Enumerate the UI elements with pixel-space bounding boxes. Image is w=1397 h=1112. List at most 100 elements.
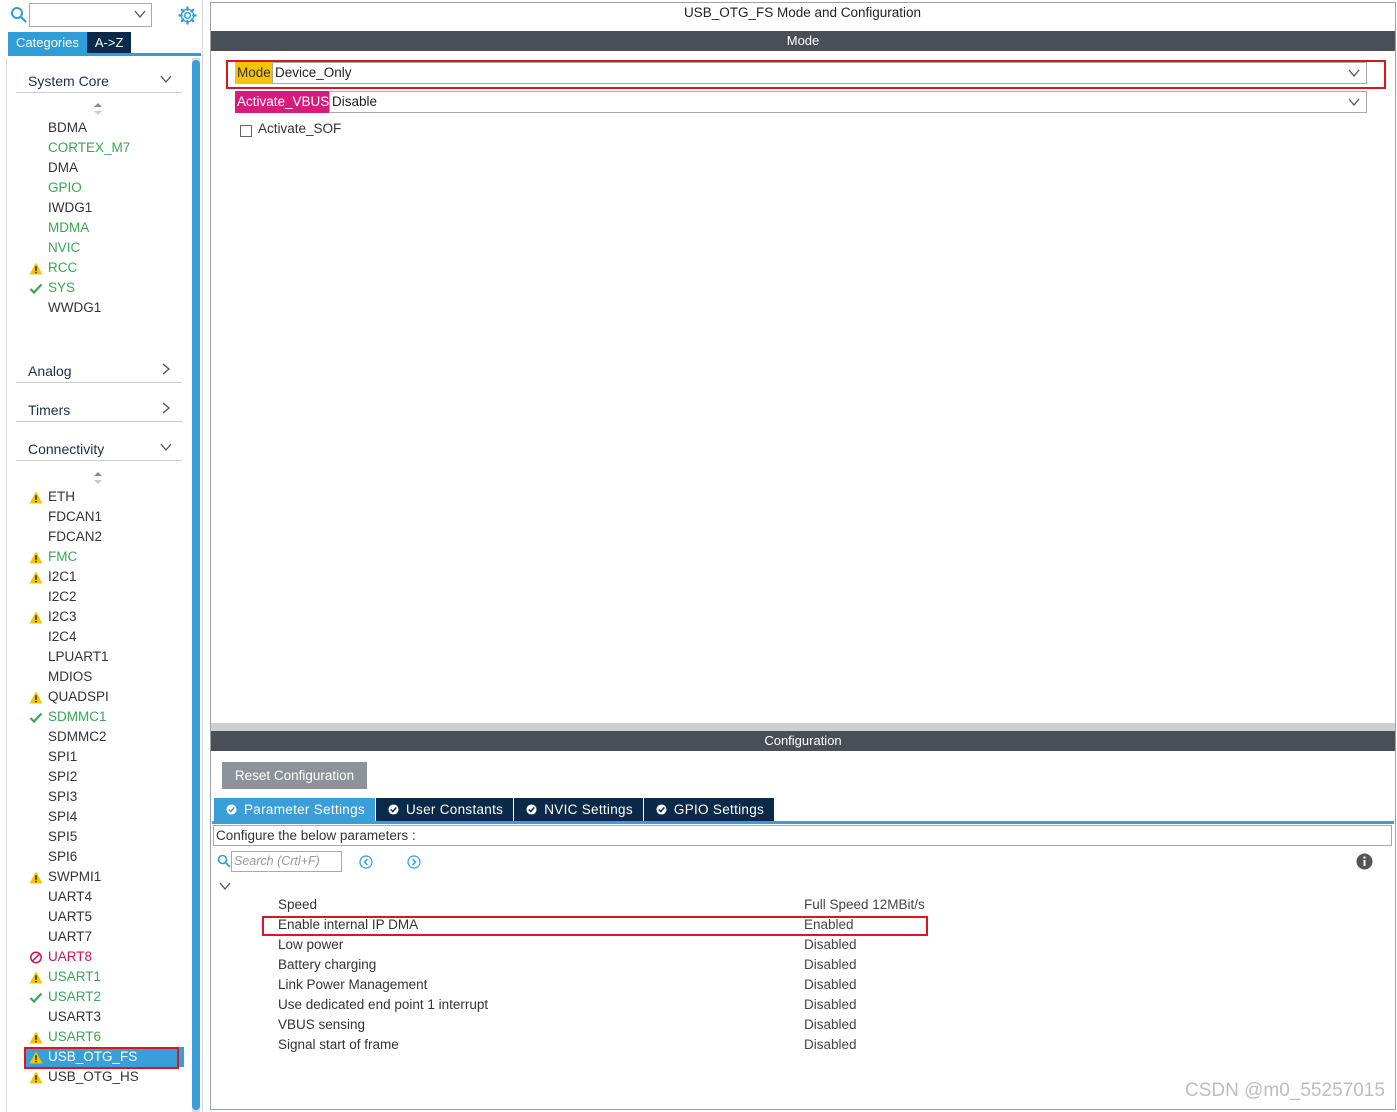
tab-label: NVIC Settings — [544, 802, 633, 817]
tree-item-i2c4[interactable]: I2C4 — [24, 627, 184, 647]
category-connectivity[interactable]: Connectivity — [16, 435, 182, 461]
category-analog[interactable]: Analog — [16, 357, 182, 383]
tree-item-label: MDIOS — [48, 669, 93, 684]
param-value[interactable]: Full Speed 12MBit/s — [804, 895, 925, 915]
tree-item-spi4[interactable]: SPI4 — [24, 807, 184, 827]
chevron-down-icon[interactable] — [219, 880, 231, 892]
tree-item-uart4[interactable]: UART4 — [24, 887, 184, 907]
activate-sof-label: Activate_SOF — [258, 121, 342, 136]
scrollbar-thumb[interactable] — [192, 60, 200, 1110]
tree-item-label: LPUART1 — [48, 649, 109, 664]
sort-icon[interactable] — [93, 471, 103, 485]
highlight-box — [24, 1047, 179, 1069]
tree-item-fmc[interactable]: FMC — [24, 547, 184, 567]
tree-item-lpuart1[interactable]: LPUART1 — [24, 647, 184, 667]
param-row-speed[interactable]: Speed Full Speed 12MBit/s — [278, 895, 978, 915]
tree-item-fdcan1[interactable]: FDCAN1 — [24, 507, 184, 527]
search-icon[interactable] — [10, 6, 28, 24]
tree-item-uart5[interactable]: UART5 — [24, 907, 184, 927]
tree-item-mdios[interactable]: MDIOS — [24, 667, 184, 687]
mode-area — [211, 51, 1395, 721]
tree-item-nvic[interactable]: NVIC — [24, 238, 184, 258]
param-row-link-power-management[interactable]: Link Power Management Disabled — [278, 975, 978, 995]
tree-item-spi1[interactable]: SPI1 — [24, 747, 184, 767]
tree-item-label: ETH — [48, 489, 75, 504]
tab-parameter-settings[interactable]: Parameter Settings — [214, 798, 375, 821]
tree-item-label: SPI3 — [48, 789, 78, 804]
tab-nvic-settings[interactable]: NVIC Settings — [514, 798, 643, 821]
category-system-core[interactable]: System Core — [16, 67, 182, 93]
tree-item-sys[interactable]: SYS — [24, 278, 184, 298]
tree-item-usart6[interactable]: USART6 — [24, 1027, 184, 1047]
param-row-use-dedicated-end-point-1-interrupt[interactable]: Use dedicated end point 1 interrupt Disab… — [278, 995, 978, 1015]
tree-item-label: SPI5 — [48, 829, 78, 844]
chevron-down-icon — [134, 10, 146, 19]
tree-item-eth[interactable]: ETH — [24, 487, 184, 507]
next-icon[interactable] — [407, 855, 421, 869]
tree-item-sdmmc1[interactable]: SDMMC1 — [24, 707, 184, 727]
tree-scrollbar[interactable] — [192, 58, 200, 1112]
tree-item-mdma[interactable]: MDMA — [24, 218, 184, 238]
tab-underline — [212, 821, 1394, 824]
reset-configuration-button[interactable]: Reset Configuration — [222, 762, 367, 789]
param-row-signal-start-of-frame[interactable]: Signal start of frame Disabled — [278, 1035, 978, 1055]
tree-item-i2c3[interactable]: I2C3 — [24, 607, 184, 627]
param-name: Low power — [278, 937, 344, 952]
tree-item-sdmmc2[interactable]: SDMMC2 — [24, 727, 184, 747]
search-combo[interactable] — [29, 3, 152, 27]
tree-item-uart8[interactable]: UART8 — [24, 947, 184, 967]
tree-item-swpmi1[interactable]: SWPMI1 — [24, 867, 184, 887]
vbus-select[interactable]: Disable — [329, 91, 1367, 113]
param-value[interactable]: Disabled — [804, 955, 857, 975]
param-name: VBUS sensing — [278, 1017, 366, 1032]
tree-item-uart7[interactable]: UART7 — [24, 927, 184, 947]
parameter-search-input[interactable]: Search (Crtl+F) — [231, 851, 342, 872]
tree-item-fdcan2[interactable]: FDCAN2 — [24, 527, 184, 547]
tree-item-dma[interactable]: DMA — [24, 158, 184, 178]
tree-item-iwdg1[interactable]: IWDG1 — [24, 198, 184, 218]
tree-item-spi2[interactable]: SPI2 — [24, 767, 184, 787]
tab-label: User Constants — [405, 802, 504, 817]
param-value[interactable]: Disabled — [804, 935, 857, 955]
param-row-vbus-sensing[interactable]: VBUS sensing Disabled — [278, 1015, 978, 1035]
previous-icon[interactable] — [359, 855, 373, 869]
tree-item-spi5[interactable]: SPI5 — [24, 827, 184, 847]
tab-gpio-settings[interactable]: GPIO Settings — [643, 798, 775, 821]
param-value[interactable]: Disabled — [804, 995, 857, 1015]
tree-item-bdma[interactable]: BDMA — [24, 118, 184, 138]
tree-item-label: UART5 — [48, 909, 93, 924]
tab-categories[interactable]: Categories — [8, 32, 87, 53]
param-value[interactable]: Disabled — [804, 975, 857, 995]
tree-item-i2c2[interactable]: I2C2 — [24, 587, 184, 607]
tree-item-cortex-m7[interactable]: CORTEX_M7 — [24, 138, 184, 158]
tree-item-rcc[interactable]: RCC — [24, 258, 184, 278]
tree-item-i2c1[interactable]: I2C1 — [24, 567, 184, 587]
param-row-low-power[interactable]: Low power Disabled — [278, 935, 978, 955]
param-row-battery-charging[interactable]: Battery charging Disabled — [278, 955, 978, 975]
tree-item-spi3[interactable]: SPI3 — [24, 787, 184, 807]
tab-user-constants[interactable]: User Constants — [375, 798, 514, 821]
warning-icon — [29, 611, 43, 624]
tree-item-usart1[interactable]: USART1 — [24, 967, 184, 987]
warning-icon — [29, 491, 43, 504]
tree-item-usart2[interactable]: USART2 — [24, 987, 184, 1007]
tree-item-quadspi[interactable]: QUADSPI — [24, 687, 184, 707]
tree-item-usb-otg-hs[interactable]: USB_OTG_HS — [24, 1067, 184, 1087]
param-value[interactable]: Disabled — [804, 1035, 857, 1055]
activate-sof-checkbox[interactable] — [240, 125, 252, 137]
category-title: System Core — [28, 73, 109, 89]
param-value[interactable]: Disabled — [804, 1015, 857, 1035]
warning-icon — [29, 871, 43, 884]
check-icon — [29, 712, 43, 724]
tree-item-usart3[interactable]: USART3 — [24, 1007, 184, 1027]
category-timers[interactable]: Timers — [16, 396, 182, 422]
tab-a-to-z[interactable]: A->Z — [86, 32, 132, 53]
chevron-right-icon — [162, 402, 171, 414]
tree-item-gpio[interactable]: GPIO — [24, 178, 184, 198]
tree-item-wwdg1[interactable]: WWDG1 — [24, 298, 184, 318]
gear-icon[interactable] — [178, 6, 197, 25]
info-icon[interactable] — [1356, 853, 1373, 870]
splitter[interactable] — [211, 723, 1395, 731]
tree-item-spi6[interactable]: SPI6 — [24, 847, 184, 867]
sort-icon[interactable] — [93, 102, 103, 116]
